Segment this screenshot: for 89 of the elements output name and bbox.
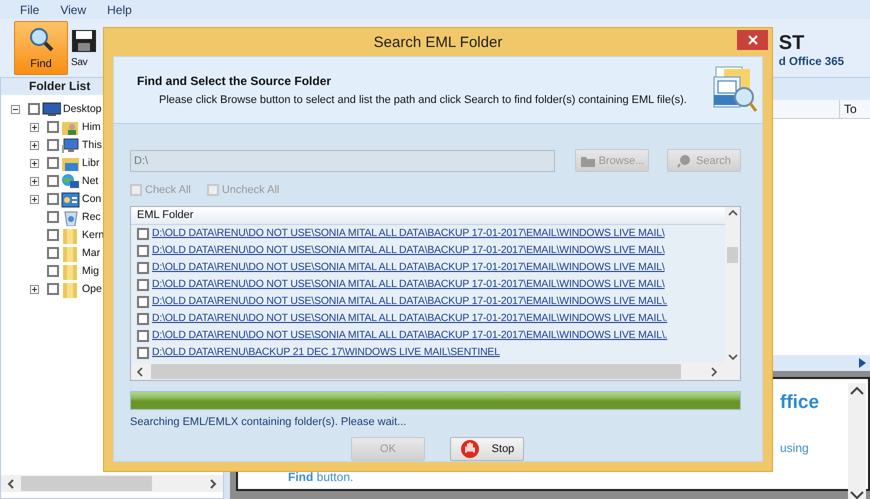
preview-text: using [780, 441, 809, 455]
uncheck-all-label: Uncheck All [222, 184, 280, 196]
vertical-scrollbar[interactable] [848, 383, 866, 499]
tree-item[interactable]: Desktop [63, 103, 102, 115]
folder-icon [61, 244, 80, 262]
checkbox[interactable] [28, 103, 40, 115]
folder-path-link[interactable]: D:\OLD DATA\RENU\DO NOT USE\SONIA MITAL ALL DATA\BACKUP 17-01-2017\EMAIL\WINDOWS LIVE MAIL\. [152, 330, 668, 341]
tree-item[interactable]: Mig [82, 265, 99, 277]
plus-icon [31, 286, 38, 292]
folder-path-link[interactable]: D:\OLD DATA\RENU\DO NOT USE\SONIA MITAL ALL DATA\BACKUP 17-01-2017\EMAIL\WINDOWS LIVE MAIL\ [152, 228, 665, 239]
folder-icon [61, 280, 80, 298]
expand-icon[interactable] [30, 140, 39, 150]
plus-icon [31, 124, 38, 130]
menu-item[interactable]: View [50, 2, 98, 16]
expand-icon[interactable] [30, 158, 39, 168]
menu-item[interactable]: File [10, 2, 50, 16]
checkbox[interactable] [47, 265, 59, 277]
menu-item[interactable]: Help [97, 2, 143, 16]
folder-path-link[interactable]: D:\OLD DATA\RENU\DO NOT USE\SONIA MITAL ALL DATA\BACKUP 17-01-2017\EMAIL\WINDOWS LIVE MAIL\ [152, 262, 665, 273]
tree-item[interactable]: Him [82, 121, 101, 133]
vertical-scrollbar[interactable] [725, 207, 740, 363]
folder-icon [61, 262, 80, 280]
checkbox[interactable] [47, 175, 59, 187]
checkbox[interactable] [47, 211, 59, 223]
product-subtitle: d Office 365 [778, 56, 844, 68]
scrollbar-thumb[interactable] [151, 364, 681, 379]
checkbox[interactable] [137, 278, 149, 290]
expand-icon[interactable] [30, 284, 39, 294]
expand-icon[interactable] [30, 176, 39, 186]
checkbox[interactable] [47, 193, 59, 205]
checkbox[interactable] [47, 283, 59, 295]
control-panel-icon [61, 190, 80, 208]
checkbox[interactable] [47, 247, 59, 259]
checkbox[interactable] [137, 228, 149, 240]
tree-item[interactable]: Con [82, 193, 102, 205]
folder-icon [580, 154, 596, 166]
tree-item[interactable]: Mar [82, 247, 100, 259]
scrollbar-thumb[interactable] [727, 247, 738, 263]
folder-path-link[interactable]: D:\OLD DATA\RENU\DO NOT USE\SONIA MITAL ALL DATA\BACKUP 17-01-2017\EMAIL\WINDOWS LIVE MAIL\ [152, 245, 665, 256]
dialog-title: Search EML Folder [374, 34, 502, 50]
folder-icon [61, 226, 80, 244]
folder-path-link[interactable]: D:\OLD DATA\RENU\DO NOT USE\SONIA MITAL ALL DATA\BACKUP 17-01-2017\EMAIL\WINDOWS LIVE MAIL\ [152, 279, 665, 290]
folder-path-link[interactable]: D:\OLD DATA\RENU\BACKUP 21 DEC 17\WINDOWS LIVE MAIL\SENTINEL [152, 347, 500, 358]
plus-icon [31, 196, 38, 202]
expand-icon[interactable] [30, 194, 39, 204]
tree-item[interactable]: Rec [82, 211, 101, 223]
checkbox[interactable] [47, 229, 59, 241]
expand-icon[interactable] [30, 122, 39, 132]
computer-icon [61, 136, 80, 154]
checkbox[interactable] [137, 346, 149, 358]
close-icon [748, 35, 758, 45]
collapse-icon[interactable] [11, 104, 20, 114]
folder-path-link[interactable]: D:\OLD DATA\RENU\DO NOT USE\SONIA MITAL ALL DATA\BACKUP 17-01-2017\EMAIL\WINDOWS LIVE MAIL\. [152, 313, 668, 324]
checkbox[interactable] [137, 296, 149, 308]
tree-item[interactable]: Libr [82, 157, 100, 169]
checkbox[interactable] [47, 139, 59, 151]
dialog-description: Please click Browse button to select and list the path and click Search to find folder(s) containing EML file(s). [158, 94, 688, 106]
folder-path-link[interactable]: D:\OLD DATA\RENU\DO NOT USE\SONIA MITAL ALL DATA\BACKUP 17-01-2017\EMAIL\WINDOWS LIVE MAIL\. [152, 296, 668, 307]
column-header[interactable]: To [839, 100, 870, 118]
checkbox[interactable] [47, 121, 59, 133]
checkbox[interactable] [47, 157, 59, 169]
tree-item[interactable]: Net [82, 175, 98, 187]
horizontal-scrollbar[interactable] [131, 363, 725, 380]
tree-item[interactable]: This [82, 139, 102, 151]
plus-icon [31, 160, 38, 166]
scrollbar-thumb[interactable] [21, 476, 152, 491]
plus-icon [31, 178, 38, 184]
toolbar-button[interactable]: Sav [70, 21, 98, 75]
tree-item[interactable]: Ope [82, 283, 102, 295]
toolbar-button[interactable]: Find [14, 21, 68, 75]
stop-button[interactable]: Stop [450, 437, 524, 461]
checkbox[interactable] [137, 312, 149, 324]
plus-icon [31, 142, 38, 148]
checkbox[interactable] [137, 330, 149, 342]
preview-text: Find button. [288, 470, 354, 484]
horizontal-scrollbar[interactable] [1, 475, 223, 492]
check-all-label: Check All [145, 184, 191, 196]
right-arrow-icon [859, 358, 866, 368]
close-button[interactable] [737, 30, 768, 50]
product-title: ST [778, 32, 804, 54]
column-header[interactable]: EML Folder [131, 207, 725, 225]
network-icon [61, 172, 80, 190]
stop-hand-icon [460, 439, 480, 459]
status-text: Searching EML/EMLX containing folder(s). Please wait... [130, 416, 408, 428]
preview-heading: ffice [780, 391, 820, 415]
checkbox[interactable] [137, 262, 149, 274]
magnifier-icon [27, 26, 55, 54]
monitor-icon [42, 100, 61, 118]
checkbox[interactable] [137, 244, 149, 256]
